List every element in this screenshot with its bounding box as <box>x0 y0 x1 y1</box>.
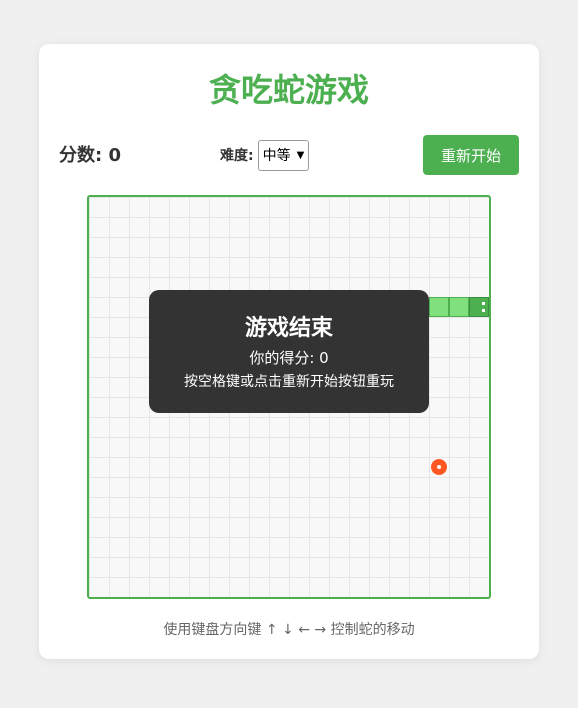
chevron-down-icon: ▼ <box>296 149 305 161</box>
final-score: 你的得分: 0 <box>249 349 329 367</box>
game-container: 贪吃蛇游戏 分数: 0 难度: 中等 ▼ 重新开始 游戏结束 你的得分: 0 按… <box>39 44 539 659</box>
game-over-title: 游戏结束 <box>244 316 333 341</box>
restart-hint: 按空格键或点击重新开始按钮重玩 <box>184 374 394 390</box>
food-highlight <box>437 465 441 469</box>
snake-eye <box>482 302 485 305</box>
snake-segment <box>429 297 449 317</box>
score-display: 分数: 0 <box>59 145 121 166</box>
food-item <box>431 459 447 475</box>
difficulty-select[interactable]: 中等 ▼ <box>257 139 310 171</box>
difficulty-label: 难度: <box>220 148 254 164</box>
controls-bar: 分数: 0 难度: 中等 ▼ 重新开始 <box>59 135 519 175</box>
restart-button[interactable]: 重新开始 <box>423 135 519 175</box>
snake-eye <box>482 309 485 312</box>
snake-head <box>469 297 489 317</box>
snake-segment <box>449 297 469 317</box>
game-board[interactable]: 游戏结束 你的得分: 0 按空格键或点击重新开始按钮重玩 <box>87 195 491 599</box>
difficulty-control: 难度: 中等 ▼ <box>220 139 310 171</box>
game-over-overlay: 游戏结束 你的得分: 0 按空格键或点击重新开始按钮重玩 <box>149 290 429 413</box>
game-title: 贪吃蛇游戏 <box>208 71 369 109</box>
difficulty-selected-value: 中等 <box>262 148 291 164</box>
instructions-text: 使用键盘方向键 ↑ ↓ ← → 控制蛇的移动 <box>163 622 415 638</box>
